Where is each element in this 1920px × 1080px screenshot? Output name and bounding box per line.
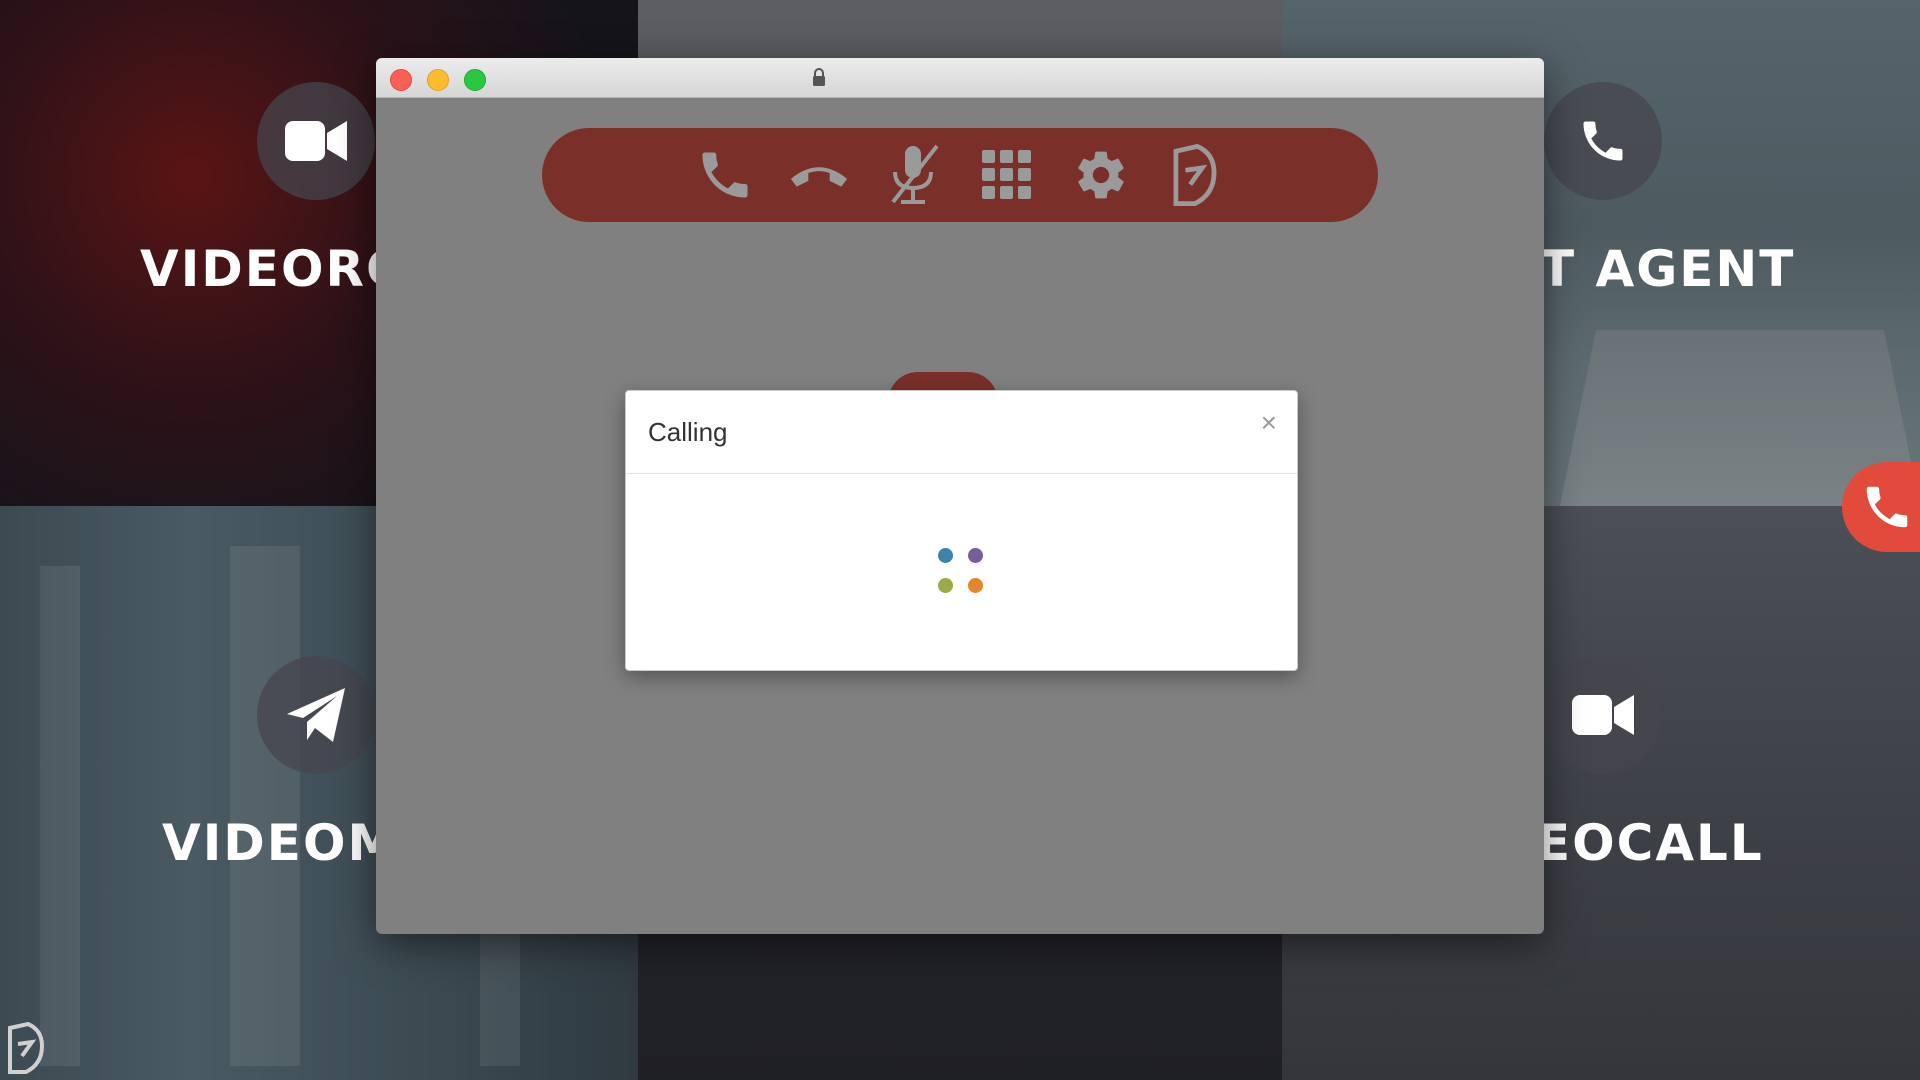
call-toolbar	[542, 128, 1378, 222]
videocall-label: EOCALL	[1536, 814, 1764, 872]
window-minimize-button[interactable]	[427, 69, 449, 91]
video-camera-icon	[1572, 695, 1634, 735]
hangup-button[interactable]	[787, 143, 851, 207]
mute-button[interactable]	[881, 143, 945, 207]
spinner-dot	[938, 578, 953, 593]
contact-agent-button[interactable]	[1544, 82, 1662, 200]
window-titlebar	[376, 58, 1544, 98]
settings-button[interactable]	[1069, 143, 1133, 207]
video-camera-icon	[285, 121, 347, 161]
call-button[interactable]	[693, 143, 757, 207]
phone-icon	[1866, 486, 1908, 528]
brand-logo-icon	[1173, 144, 1217, 206]
mic-muted-icon	[891, 144, 939, 204]
paper-plane-icon	[287, 688, 345, 742]
spinner-dot	[968, 578, 983, 593]
background-pillar	[230, 546, 300, 1066]
videocall-button[interactable]	[1544, 656, 1662, 774]
window-close-button[interactable]	[390, 69, 412, 91]
gear-icon	[1078, 151, 1124, 199]
videorecording-label: VIDEORC	[140, 240, 405, 298]
spinner-dot	[938, 548, 953, 563]
dialog-header: Calling ×	[626, 391, 1297, 474]
calling-dialog: Calling ×	[625, 390, 1298, 671]
videorecording-button[interactable]	[257, 82, 375, 200]
brand-logo-icon	[8, 1022, 45, 1074]
spinner-dot	[968, 548, 983, 563]
loading-spinner	[938, 548, 986, 596]
phone-icon	[1583, 121, 1623, 161]
phone-icon	[702, 152, 748, 198]
videomessage-button[interactable]	[257, 656, 375, 774]
dialpad-icon	[982, 150, 1031, 199]
background-pillar	[40, 566, 80, 1066]
contact-agent-label: T AGENT	[1540, 240, 1796, 298]
videomessage-label: VIDEOM	[162, 814, 400, 872]
dialpad-button[interactable]	[975, 143, 1039, 207]
dialog-close-button[interactable]: ×	[1261, 409, 1277, 437]
lock-icon	[813, 68, 825, 86]
hangup-icon	[790, 167, 848, 187]
brand-button[interactable]	[1163, 143, 1227, 207]
window-maximize-button[interactable]	[464, 69, 486, 91]
dialog-title: Calling	[648, 417, 728, 447]
